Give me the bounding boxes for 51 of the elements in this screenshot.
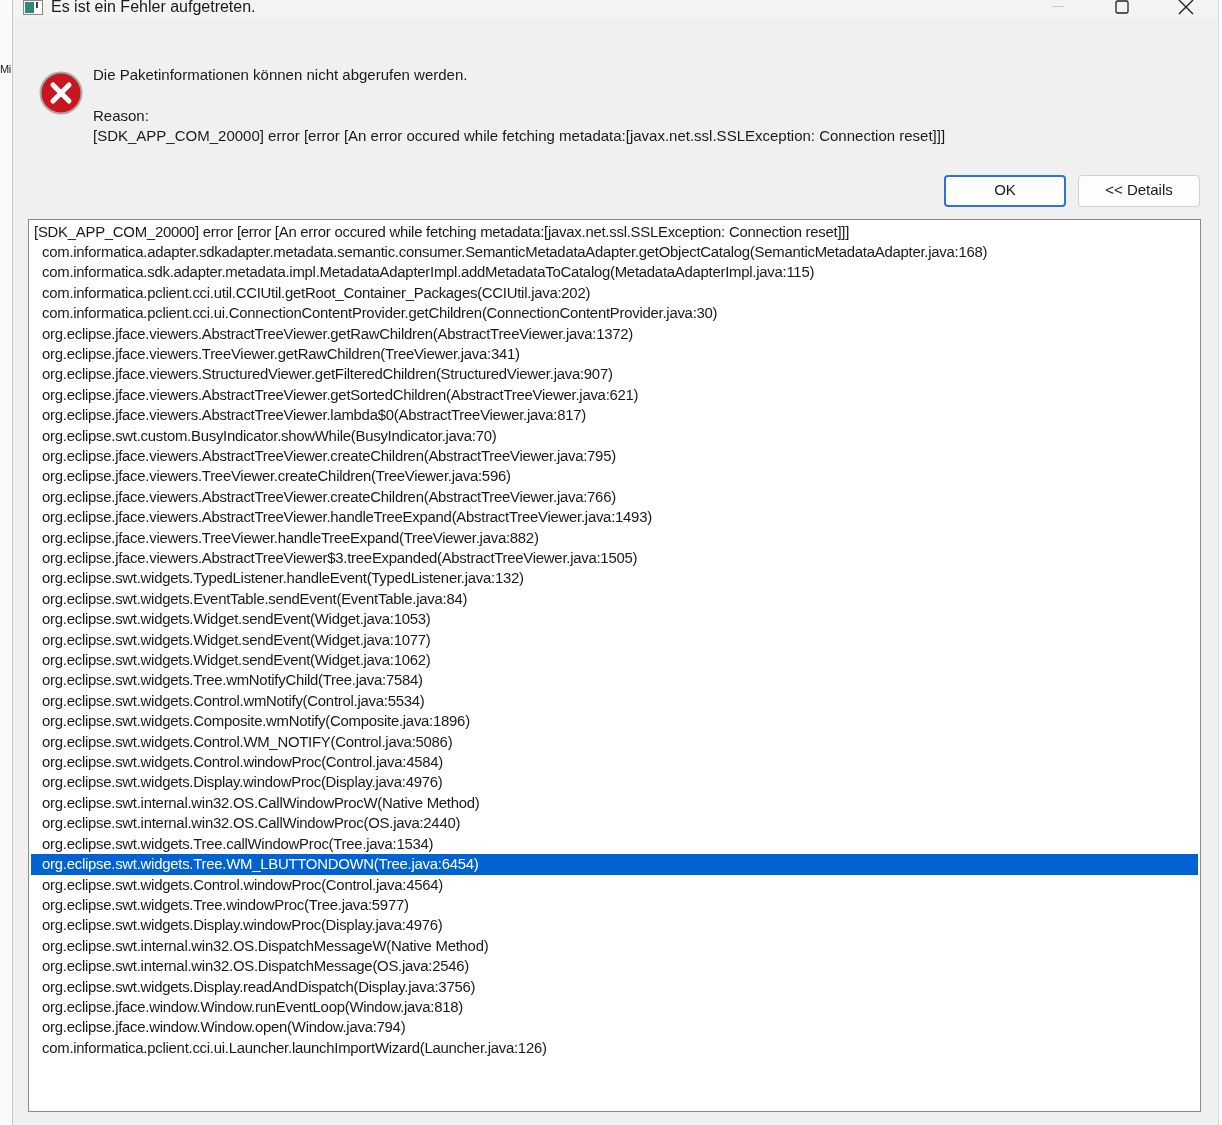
stack-trace-line[interactable]: org.eclipse.swt.widgets.TypedListener.handleEvent(TypedListener.java:132): [31, 568, 1198, 589]
stack-trace-line[interactable]: org.eclipse.jface.viewers.AbstractTreeViewer.handleTreeExpand(AbstractTreeViewer.java:1493): [31, 507, 1198, 528]
stack-trace-line[interactable]: org.eclipse.jface.viewers.StructuredViewer.getFilteredChildren(StructuredViewer.java:907): [31, 364, 1198, 385]
details-button[interactable]: << Details: [1078, 174, 1200, 207]
maximize-icon[interactable]: [1115, 0, 1129, 14]
stack-trace-line[interactable]: org.eclipse.swt.internal.win32.OS.DispatchMessageW(Native Method): [31, 935, 1198, 957]
stack-trace-line[interactable]: org.eclipse.swt.widgets.Tree.wmNotifyChild(Tree.java:7584): [31, 670, 1198, 691]
ok-button[interactable]: OK: [944, 174, 1066, 207]
stack-trace-line[interactable]: org.eclipse.swt.widgets.Widget.sendEvent(Widget.java:1062): [31, 650, 1198, 671]
error-message: Die Paketinformationen können nicht abgerufen werden.: [93, 65, 469, 85]
stack-trace-line[interactable]: org.eclipse.jface.window.Window.runEventLoop(Window.java:818): [31, 996, 1198, 1018]
stack-trace-line[interactable]: org.eclipse.jface.viewers.AbstractTreeViewer.createChildren(AbstractTreeViewer.java:766): [31, 486, 1198, 508]
stack-trace-line[interactable]: org.eclipse.jface.viewers.AbstractTreeViewer$3.treeExpanded(AbstractTreeViewer.java:1505): [31, 548, 1198, 569]
stack-trace-line[interactable]: com.informatica.pclient.cci.util.CCIUtil.getRoot_Container_Packages(CCIUtil.java:202): [31, 282, 1198, 304]
close-icon[interactable]: [1178, 0, 1194, 15]
stack-trace-line[interactable]: org.eclipse.swt.widgets.Control.windowProc(Control.java:4564): [31, 874, 1198, 895]
stack-trace-line[interactable]: com.informatica.sdk.adapter.metadata.impl.MetadataAdapterImpl.addMetadataToCatalog(MetadataAdapterImpl.java:115): [31, 262, 1198, 283]
stack-trace-line[interactable]: org.eclipse.jface.window.Window.open(Window.java:794): [31, 1017, 1198, 1038]
reason-label: Reason:: [93, 105, 150, 126]
stack-trace-line[interactable]: org.eclipse.swt.widgets.Display.windowProc(Display.java:4976): [31, 772, 1198, 793]
stack-trace-line[interactable]: org.eclipse.swt.widgets.Composite.wmNotify(Composite.java:1896): [31, 711, 1198, 732]
stack-trace-line[interactable]: org.eclipse.swt.internal.win32.OS.DispatchMessage(OS.java:2546): [31, 956, 1198, 977]
stack-trace-line[interactable]: org.eclipse.jface.viewers.AbstractTreeViewer.getRawChildren(AbstractTreeViewer.java:1372): [31, 323, 1198, 344]
stack-trace-line[interactable]: org.eclipse.swt.internal.win32.OS.CallWindowProcW(Native Method): [31, 792, 1198, 814]
stack-trace-line[interactable]: org.eclipse.swt.widgets.Control.WM_NOTIFY(Control.java:5086): [31, 731, 1198, 753]
stack-trace-line[interactable]: org.eclipse.jface.viewers.AbstractTreeViewer.lambda$0(AbstractTreeViewer.java:817): [31, 405, 1198, 426]
stack-trace-line[interactable]: org.eclipse.swt.custom.BusyIndicator.showWhile(BusyIndicator.java:70): [31, 425, 1198, 446]
details-message-line[interactable]: [SDK_APP_COM_20000] error [error [An error occured while fetching metadata:[javax.net.ssl.SSLException: Connection reset]]]: [31, 221, 1198, 242]
stack-trace-line[interactable]: com.informatica.adapter.sdkadapter.metadata.semantic.consumer.SemanticMetadataAdapter.getObjectCatalog(SemanticMetadataAdapter.java:168): [31, 241, 1198, 263]
stack-trace-line[interactable]: org.eclipse.jface.viewers.TreeViewer.handleTreeExpand(TreeViewer.java:882): [31, 527, 1198, 548]
stack-trace-line[interactable]: org.eclipse.jface.viewers.AbstractTreeViewer.getSortedChildren(AbstractTreeViewer.java:621): [31, 384, 1198, 406]
stack-trace-line[interactable]: org.eclipse.swt.widgets.Widget.sendEvent(Widget.java:1053): [31, 609, 1198, 630]
stack-trace-line[interactable]: org.eclipse.swt.widgets.Control.windowProc(Control.java:4584): [31, 752, 1198, 773]
stack-trace-line[interactable]: org.eclipse.swt.widgets.Widget.sendEvent(Widget.java:1077): [31, 629, 1198, 651]
reason-text: [SDK_APP_COM_20000] error [error [An error occured while fetching metadata:[javax.net.ssl.SSLException: Connection reset]]]: [93, 126, 946, 146]
stack-trace-line[interactable]: org.eclipse.swt.widgets.Control.wmNotify(Control.java:5534): [31, 690, 1198, 712]
stack-trace-line[interactable]: org.eclipse.jface.viewers.AbstractTreeViewer.createChildren(AbstractTreeViewer.java:795): [31, 445, 1198, 467]
stack-trace-line[interactable]: com.informatica.pclient.cci.ui.Launcher.launchImportWizard(Launcher.java:126): [31, 1037, 1198, 1059]
stack-trace-line[interactable]: org.eclipse.swt.widgets.EventTable.sendEvent(EventTable.java:84): [31, 588, 1198, 610]
stack-trace-line[interactable]: org.eclipse.jface.viewers.TreeViewer.getRawChildren(TreeViewer.java:341): [31, 343, 1198, 365]
stack-trace-line[interactable]: com.informatica.pclient.cci.ui.ConnectionContentProvider.getChildren(ConnectionContentProvider.java:30): [31, 303, 1198, 324]
stack-trace-line[interactable]: org.eclipse.jface.viewers.TreeViewer.createChildren(TreeViewer.java:596): [31, 466, 1198, 487]
stack-trace-line[interactable]: org.eclipse.swt.widgets.Display.windowProc(Display.java:4976): [31, 915, 1198, 936]
stack-trace-line[interactable]: org.eclipse.swt.widgets.Display.readAndDispatch(Display.java:3756): [31, 976, 1198, 997]
details-text-area[interactable]: [28, 218, 1201, 1112]
stack-trace-line[interactable]: org.eclipse.swt.widgets.Tree.windowProc(Tree.java:5977): [31, 894, 1198, 916]
stack-trace-line[interactable]: org.eclipse.swt.internal.win32.OS.CallWindowProc(OS.java:2440): [31, 813, 1198, 834]
stack-trace-line[interactable]: org.eclipse.swt.widgets.Tree.callWindowProc(Tree.java:1534): [31, 833, 1198, 855]
window-title: Es ist ein Fehler aufgetreten.: [51, 0, 256, 17]
background-window-text: Mi: [0, 62, 11, 77]
error-icon: [39, 71, 83, 115]
